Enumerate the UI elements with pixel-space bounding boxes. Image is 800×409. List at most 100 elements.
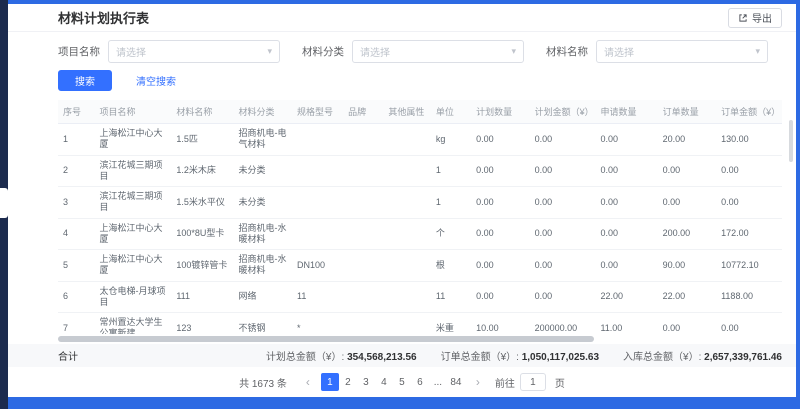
summary-item: 计划总金额（¥）: 354,568,213.56 — [266, 348, 417, 363]
column-header: 单位 — [431, 100, 471, 124]
table-row[interactable]: 3滨江花城三期项目1.5米水平仪未分类10.000.000.000.000.00 — [58, 187, 782, 219]
page-buttons: 123456...84 — [321, 373, 465, 391]
table-cell: 0.00 — [595, 218, 657, 250]
table-cell: 100镀锌管卡 — [171, 250, 233, 282]
filter-select-1[interactable]: 请选择▾ — [108, 40, 280, 63]
table-cell: 0.00 — [530, 250, 596, 282]
column-header: 订单数量 — [658, 100, 717, 124]
table-cell: 网络 — [233, 281, 292, 313]
table-cell: 22.00 — [658, 281, 717, 313]
summary-items: 计划总金额（¥）: 354,568,213.56订单总金额（¥）: 1,050,… — [266, 348, 782, 363]
table-cell: 未分类 — [233, 155, 292, 187]
table-cell: 0.00 — [471, 250, 530, 282]
chevron-down-icon: ▾ — [755, 47, 760, 56]
summary-item-label: 订单总金额（¥）: — [441, 352, 522, 363]
table-cell: 90.00 — [658, 250, 717, 282]
column-header: 计划金额（¥） — [530, 100, 596, 124]
horizontal-scrollbar[interactable] — [58, 336, 594, 342]
table-cell: 1.5匹 — [171, 124, 233, 156]
page-button-4[interactable]: 4 — [375, 373, 393, 391]
page-button-2[interactable]: 2 — [339, 373, 357, 391]
chevron-down-icon: ▾ — [511, 47, 516, 56]
export-button[interactable]: 导出 — [728, 8, 782, 28]
page-button-5[interactable]: 5 — [393, 373, 411, 391]
sidebar-expand-handle[interactable] — [0, 188, 8, 218]
vertical-scrollbar[interactable] — [789, 120, 793, 162]
page-button-1[interactable]: 1 — [321, 373, 339, 391]
table-cell: 1 — [58, 124, 95, 156]
summary-item: 入库总金额（¥）: 2,657,339,761.46 — [623, 348, 782, 363]
table-cell: 0.00 — [716, 155, 782, 187]
table-cell: 0.00 — [471, 124, 530, 156]
table-row[interactable]: 7常州置达大学生公寓新建123不锈钢*米重10.00200000.0011.00… — [58, 313, 782, 335]
table-cell: 上海松江中心大厦 — [95, 124, 172, 156]
select-placeholder: 请选择 — [116, 44, 146, 59]
page-button-3[interactable]: 3 — [357, 373, 375, 391]
table-cell: 0.00 — [530, 281, 596, 313]
table-cell: 0.00 — [530, 155, 596, 187]
filter-select-3[interactable]: 请选择▾ — [596, 40, 768, 63]
total-row-label: 合计 — [58, 348, 78, 363]
table-cell: 0.00 — [471, 187, 530, 219]
column-header: 申请数量 — [595, 100, 657, 124]
filter-select-2[interactable]: 请选择 ▾ — [352, 40, 524, 63]
page-header: 材料计划执行表 导出 — [8, 4, 796, 32]
filter-bar: 项目名称请选择▾材料分类请选择▾材料名称请选择▾ 搜索 清空搜索 — [8, 32, 796, 98]
main-panel: 材料计划执行表 导出 项目名称请选择▾材料分类请选择▾材料名称请选择▾ 搜索 清… — [8, 4, 796, 397]
table-row[interactable]: 5上海松江中心大厦100镀锌管卡招商机电-水暖材料DN100根0.000.000… — [58, 250, 782, 282]
table-cell — [292, 124, 343, 156]
table-cell — [383, 218, 431, 250]
table-cell: 100*8U型卡 — [171, 218, 233, 250]
prev-page-button[interactable]: ‹ — [300, 373, 316, 391]
table-row[interactable]: 6太仓电梯-月球项目111网络11110.000.0022.0022.00118… — [58, 281, 782, 313]
summary-item-label: 计划总金额（¥）: — [266, 352, 347, 363]
page-button-6[interactable]: 6 — [411, 373, 429, 391]
table-cell: 招商机电-电气材料 — [233, 124, 292, 156]
table-row[interactable]: 4上海松江中心大厦100*8U型卡招商机电-水暖材料个0.000.000.002… — [58, 218, 782, 250]
select-placeholder: 请选择 — [360, 44, 390, 59]
table-row[interactable]: 2滨江花城三期项目1.2米木床未分类10.000.000.000.000.00 — [58, 155, 782, 187]
table-cell: 200000.00 — [530, 313, 596, 335]
table-cell — [383, 281, 431, 313]
table-cell: 1 — [431, 187, 471, 219]
table-cell: 1 — [431, 155, 471, 187]
table-section: 序号项目名称材料名称材料分类规格型号品牌其他属性单位计划数量计划金额（¥）申请数… — [8, 98, 796, 334]
column-header: 项目名称 — [95, 100, 172, 124]
table-cell: 米重 — [431, 313, 471, 335]
export-icon — [738, 13, 748, 23]
table-cell: 太仓电梯-月球项目 — [95, 281, 172, 313]
table-cell — [343, 281, 383, 313]
column-header: 订单金额（¥） — [716, 100, 782, 124]
search-button[interactable]: 搜索 — [58, 70, 112, 91]
table-cell: * — [292, 313, 343, 335]
table-cell: 上海松江中心大厦 — [95, 218, 172, 250]
column-header: 规格型号 — [292, 100, 343, 124]
table-cell: 0.00 — [530, 218, 596, 250]
goto-page-input[interactable] — [520, 373, 546, 391]
page-ellipsis[interactable]: ... — [429, 373, 447, 391]
column-header: 材料名称 — [171, 100, 233, 124]
table-cell: 0.00 — [471, 281, 530, 313]
table-cell: 6 — [58, 281, 95, 313]
next-page-button[interactable]: › — [470, 373, 486, 391]
table-cell: 2 — [58, 155, 95, 187]
table-cell: 1188.00 — [716, 281, 782, 313]
collapsed-sidebar[interactable] — [0, 0, 8, 409]
table-cell — [292, 187, 343, 219]
goto-page-suffix: 页 — [555, 375, 565, 390]
summary-bar: 合计 计划总金额（¥）: 354,568,213.56订单总金额（¥）: 1,0… — [8, 344, 796, 367]
table-cell: 个 — [431, 218, 471, 250]
goto-page-prefix: 前往 — [495, 375, 515, 390]
table-cell — [343, 124, 383, 156]
clear-search-button[interactable]: 清空搜索 — [124, 70, 188, 91]
table-cell: 11.00 — [595, 313, 657, 335]
table-cell — [383, 187, 431, 219]
page-button-84[interactable]: 84 — [447, 373, 465, 391]
table-cell: 不锈钢 — [233, 313, 292, 335]
table-cell: 0.00 — [595, 250, 657, 282]
table-row[interactable]: 1上海松江中心大厦1.5匹招商机电-电气材料kg0.000.000.0020.0… — [58, 124, 782, 156]
table-cell: 0.00 — [595, 124, 657, 156]
table-cell — [292, 155, 343, 187]
table-cell — [343, 250, 383, 282]
table-cell: 3 — [58, 187, 95, 219]
